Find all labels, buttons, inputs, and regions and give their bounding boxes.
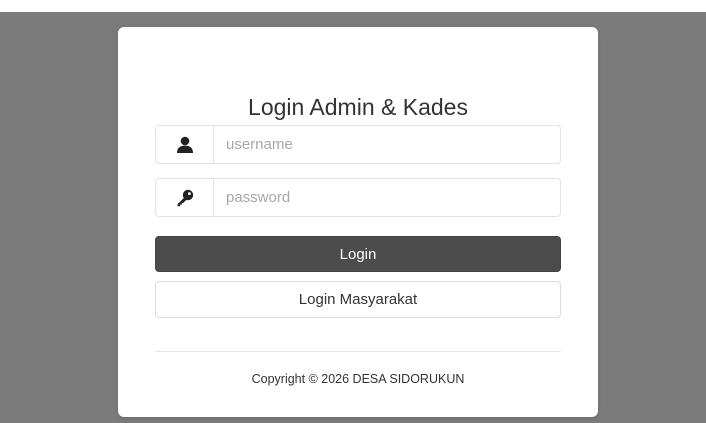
username-input[interactable]: [214, 126, 560, 163]
copyright-text: Copyright © 2026 DESA SIDORUKUN: [251, 372, 465, 386]
login-masyarakat-button[interactable]: Login Masyarakat: [155, 281, 561, 318]
login-button[interactable]: Login: [155, 236, 561, 272]
password-input[interactable]: [214, 179, 560, 216]
password-input-group: [155, 178, 561, 217]
top-strip: [0, 0, 706, 12]
divider: [155, 351, 561, 352]
login-card: Login Admin & Kades Login Login Masyarak…: [118, 27, 598, 417]
login-title: Login Admin & Kades: [248, 94, 468, 120]
username-input-group: [155, 125, 561, 164]
user-icon: [156, 126, 214, 163]
key-icon: [156, 179, 214, 216]
